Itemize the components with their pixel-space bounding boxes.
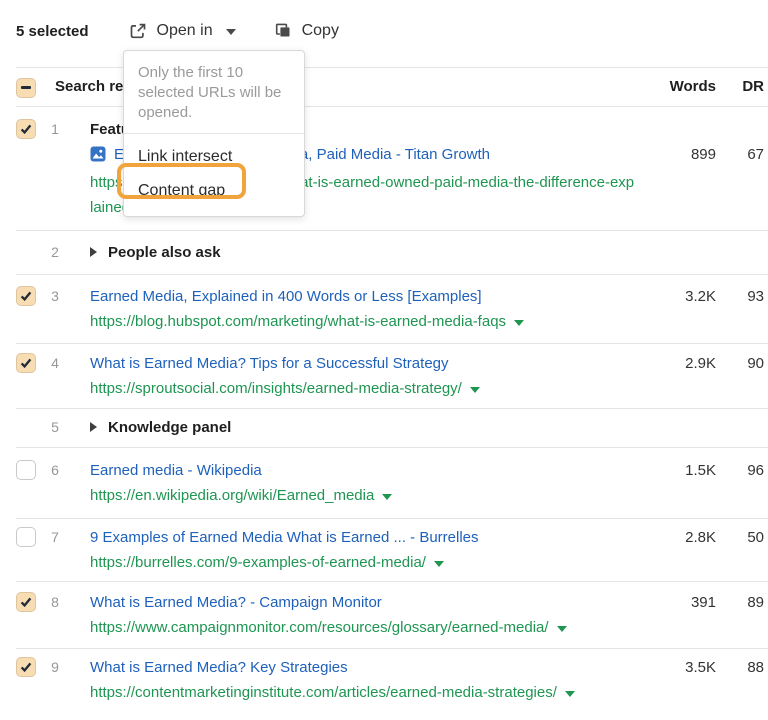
serp-feature-label: People also ask: [108, 244, 221, 261]
row-number: 1: [36, 117, 74, 142]
dr-value: 88: [716, 655, 764, 680]
check-icon: [20, 357, 32, 369]
chevron-down-icon: [226, 29, 236, 35]
dr-value: 93: [716, 284, 764, 309]
url-dropdown-caret[interactable]: [382, 494, 392, 500]
words-value: 2.8K: [635, 525, 716, 550]
table-row: 2 People also ask: [16, 231, 768, 275]
url-dropdown-caret[interactable]: [565, 691, 575, 697]
dropdown-note: Only the first 10 selected URLs will be …: [124, 51, 304, 134]
selected-count: 5 selected: [16, 23, 89, 40]
result-link[interactable]: What is Earned Media? Tips for a Success…: [90, 355, 449, 372]
check-icon: [20, 596, 32, 608]
row-checkbox[interactable]: [16, 657, 36, 677]
dr-value: 67: [716, 117, 764, 167]
words-value: 3.5K: [635, 655, 716, 680]
image-result-icon: [90, 145, 106, 170]
dr-value: 50: [716, 525, 764, 550]
dr-value: 89: [716, 590, 764, 615]
copy-button[interactable]: Copy: [274, 22, 339, 40]
row-checkbox[interactable]: [16, 460, 36, 480]
check-icon: [20, 661, 32, 673]
url-dropdown-caret[interactable]: [434, 561, 444, 567]
result-link[interactable]: Earned media - Wikipedia: [90, 462, 262, 479]
external-link-icon: [129, 22, 147, 40]
words-value: 391: [635, 590, 716, 615]
copy-icon: [274, 22, 292, 40]
check-icon: [20, 290, 32, 302]
row-checkbox[interactable]: [16, 286, 36, 306]
words-value: 1.5K: [635, 458, 716, 483]
result-url: https://burrelles.com/9-examples-of-earn…: [90, 554, 426, 571]
dr-value: 96: [716, 458, 764, 483]
row-checkbox[interactable]: [16, 527, 36, 547]
open-in-label: Open in: [157, 22, 213, 40]
row-number: 5: [36, 415, 74, 440]
check-icon: [20, 123, 32, 135]
expand-triangle-icon[interactable]: [90, 247, 97, 257]
table-row: 3 Earned Media, Explained in 400 Words o…: [16, 275, 768, 344]
select-all-checkbox[interactable]: [16, 78, 36, 98]
row-number: 4: [36, 351, 74, 376]
result-url: https://www.campaignmonitor.com/resource…: [90, 619, 549, 636]
menu-item-link-intersect[interactable]: Link intersect: [124, 140, 304, 174]
table-row: 9 What is Earned Media? Key Strategies h…: [16, 649, 768, 715]
dr-value: 90: [716, 351, 764, 376]
row-number: 9: [36, 655, 74, 680]
serp-feature-label: Knowledge panel: [108, 419, 231, 436]
row-number: 3: [36, 284, 74, 309]
menu-item-content-gap[interactable]: Content gap: [124, 174, 304, 208]
url-dropdown-caret[interactable]: [557, 626, 567, 632]
table-row: 7 9 Examples of Earned Media What is Ear…: [16, 519, 768, 582]
result-link[interactable]: 9 Examples of Earned Media What is Earne…: [90, 529, 479, 546]
url-dropdown-caret[interactable]: [514, 320, 524, 326]
row-number: 7: [36, 525, 74, 550]
column-header-dr[interactable]: DR: [716, 78, 764, 95]
row-number: 6: [36, 458, 74, 483]
table-row: 8 What is Earned Media? - Campaign Monit…: [16, 582, 768, 649]
result-url: https://sproutsocial.com/insights/earned…: [90, 380, 462, 397]
row-checkbox[interactable]: [16, 592, 36, 612]
column-header-words[interactable]: Words: [606, 78, 716, 95]
open-in-button[interactable]: Open in: [129, 22, 236, 40]
url-dropdown-caret[interactable]: [470, 387, 480, 393]
words-value: 3.2K: [635, 284, 716, 309]
indeterminate-mark-icon: [21, 86, 31, 89]
row-checkbox[interactable]: [16, 119, 36, 139]
result-link[interactable]: What is Earned Media? - Campaign Monitor: [90, 594, 382, 611]
copy-label: Copy: [302, 22, 339, 40]
bulk-actions-toolbar: 5 selected Open in Copy: [0, 0, 768, 43]
row-checkbox[interactable]: [16, 353, 36, 373]
expand-triangle-icon[interactable]: [90, 422, 97, 432]
row-number: 2: [36, 240, 74, 265]
result-url: https://contentmarketinginstitute.com/ar…: [90, 684, 557, 701]
table-row: 6 Earned media - Wikipedia https://en.wi…: [16, 448, 768, 519]
words-value: 2.9K: [635, 351, 716, 376]
open-in-dropdown: Only the first 10 selected URLs will be …: [123, 50, 305, 217]
result-link[interactable]: What is Earned Media? Key Strategies: [90, 659, 348, 676]
table-row: 4 What is Earned Media? Tips for a Succe…: [16, 344, 768, 409]
result-link[interactable]: Earned Media, Explained in 400 Words or …: [90, 288, 482, 305]
words-value: 899: [635, 117, 716, 167]
row-number: 8: [36, 590, 74, 615]
result-url: https://blog.hubspot.com/marketing/what-…: [90, 313, 506, 330]
table-row: 5 Knowledge panel: [16, 409, 768, 448]
result-url: https://en.wikipedia.org/wiki/Earned_med…: [90, 487, 374, 504]
